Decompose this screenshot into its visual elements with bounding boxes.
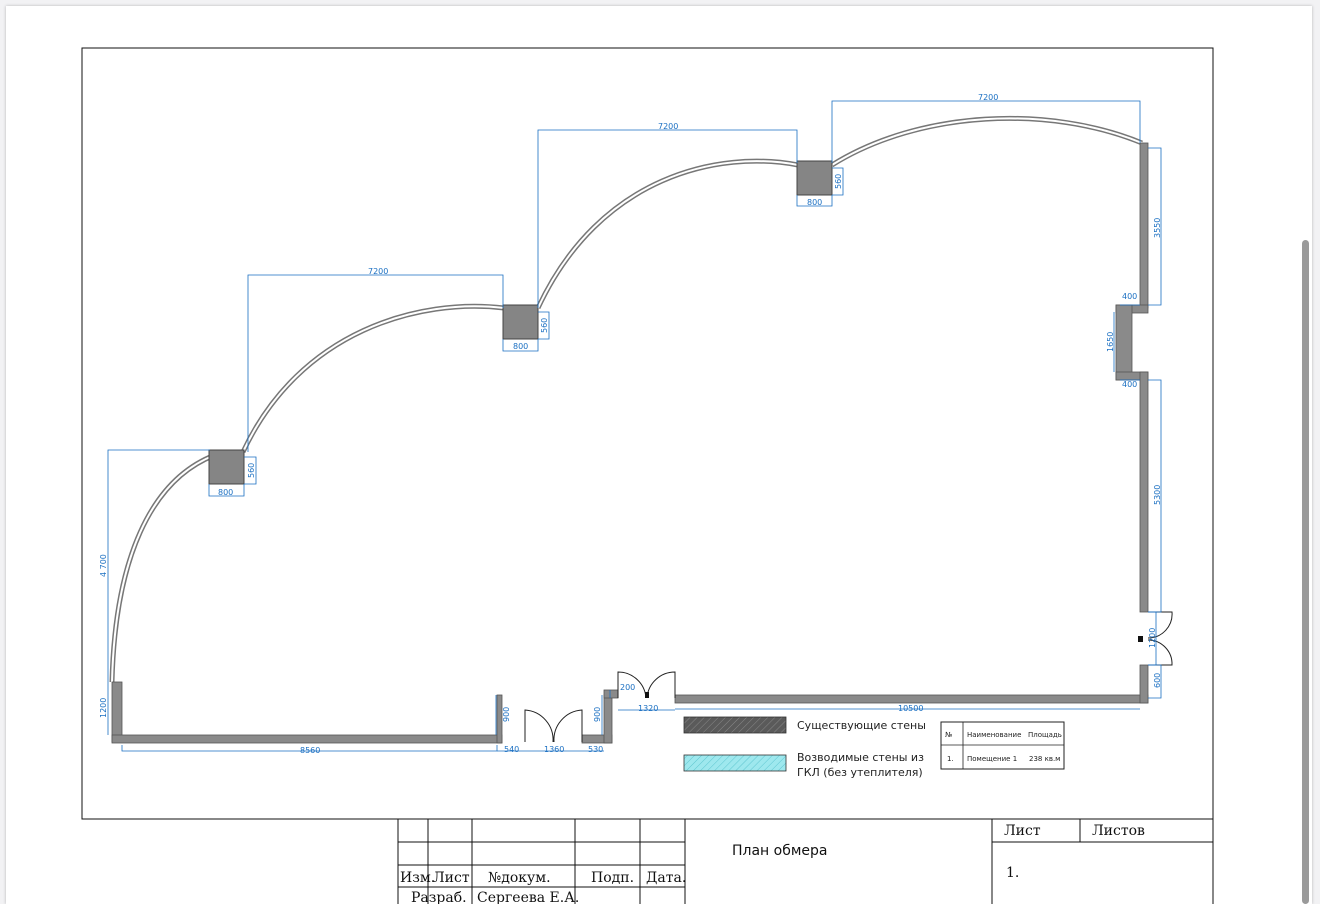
floor-plan-drawing: 7200 7200 7200 800 800 800 560 560 560 4… [81,47,1214,904]
dim-left-4700: 4 700 [99,554,108,577]
dim-arc-3: 7200 [978,93,998,102]
door-markers [645,636,1143,698]
col-doc: №докум. [488,870,551,886]
drawing-title: План обмера [732,843,828,859]
dim-right-1650: 1650 [1106,332,1115,352]
dim-bottom-10500: 10500 [898,704,923,713]
sheets-label: Листов [1092,823,1145,839]
legend-new-label-2: ГКЛ (без утеплителя) [797,766,923,779]
legend-new-label-1: Возводимые стены из [797,751,924,764]
columns [208,160,833,485]
sheet-number: 1. [1006,865,1019,881]
area-table-header-name: Наименование [967,731,1021,739]
dim-left-1200: 1200 [99,698,108,718]
dim-v-900-a: 900 [502,707,511,722]
dim-200: 200 [620,683,635,692]
dim-bottom-540: 540 [504,745,519,754]
title-block: План обмера Лист Листов 1. Изм. Лист №до… [400,823,1145,904]
dim-bottom-1360: 1360 [544,745,564,754]
area-table-row-area: 238 кв.м [1029,755,1060,763]
area-table-row-name: Помещение 1 [967,755,1017,763]
dim-col-w-3: 800 [807,198,822,207]
sheet-label: Лист [1004,823,1041,839]
dim-right-400-a: 400 [1122,292,1137,301]
dim-right-3550: 3550 [1153,218,1162,238]
dim-right-5300: 5300 [1153,485,1162,505]
dim-arc-1: 7200 [368,267,388,276]
legend-swatch-new [683,754,787,772]
dim-bottom-530: 530 [588,745,603,754]
column-3 [796,160,833,196]
col-izm: Изм. [400,870,435,886]
dim-v-900-b: 900 [593,707,602,722]
dev-name: Сергеева Е.А. [477,890,579,904]
dim-col-w-2: 800 [513,342,528,351]
legend-swatch-existing [683,716,787,734]
dim-col-w-1: 800 [218,488,233,497]
dim-col-h-3: 560 [834,174,843,189]
dim-bottom-8560: 8560 [300,746,320,755]
dim-bottom-1320: 1320 [638,704,658,713]
dim-right-400-b: 400 [1122,380,1137,389]
area-table-header-num: № [945,731,952,739]
straight-walls [111,142,1149,744]
area-table-row-num: 1. [947,755,954,763]
column-2 [502,304,539,340]
dim-arc-2: 7200 [658,122,678,131]
area-table-header-area: Площадь [1028,731,1062,739]
column-1 [208,449,245,485]
col-sign: Подп. [591,870,634,886]
dim-col-h-2: 560 [540,318,549,333]
col-list: Лист [433,870,470,886]
legend: Существующие стены Возводимые стены из Г… [683,716,926,779]
legend-existing-label: Существующие стены [797,719,926,732]
role-dev: Разраб. [411,890,467,904]
area-table: № Наименование Площадь 1. Помещение 1 23… [940,721,1065,770]
dim-right-1200: 1200 [1148,628,1157,648]
col-date: Дата. [646,870,686,886]
dim-col-h-1: 560 [247,463,256,478]
arc-walls [109,115,1143,683]
dimension-lines [107,100,1162,752]
dim-right-600: 600 [1153,673,1162,688]
